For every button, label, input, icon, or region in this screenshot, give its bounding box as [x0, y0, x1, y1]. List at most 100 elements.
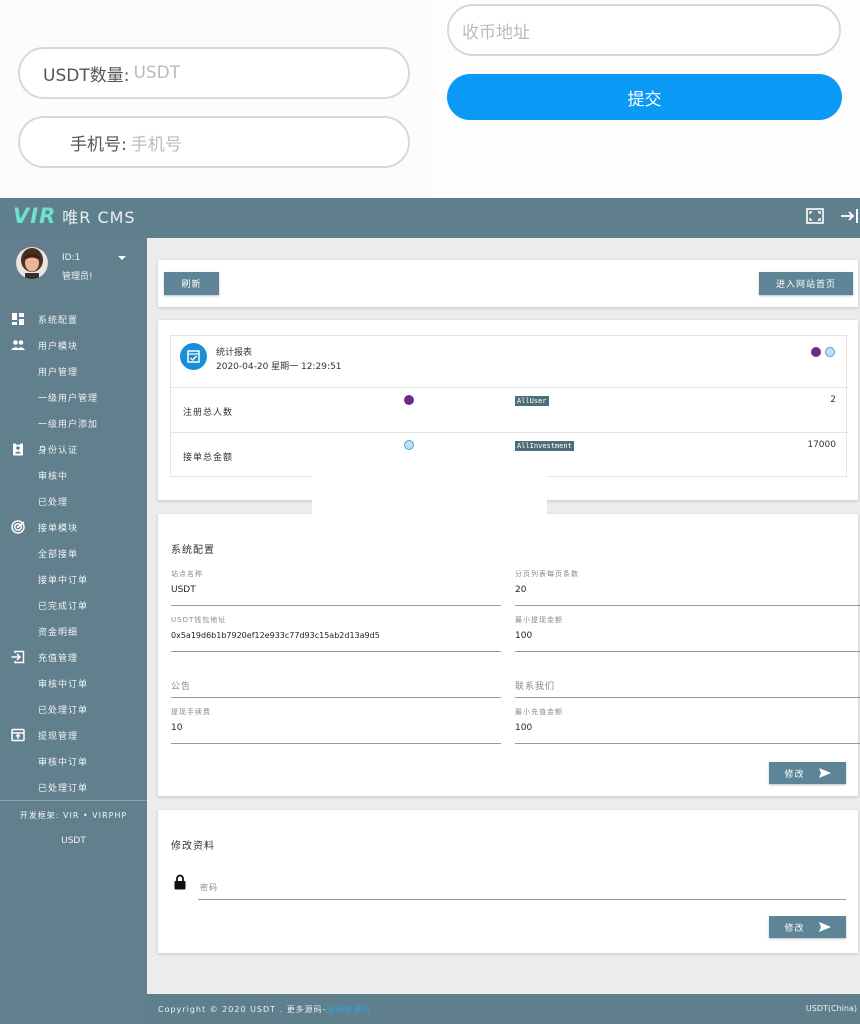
toolbar-card: 刷新 进入网站首页: [158, 260, 858, 307]
stat-tag: AllUser: [515, 396, 549, 406]
password-input[interactable]: 密码: [198, 870, 846, 900]
usdt-amount-placeholder: USDT: [133, 63, 181, 83]
footer-copyright: Copyright © 2020 USDT . 更多源码-源码资源站: [158, 1004, 372, 1015]
stats-table: 统计报表 2020-04-20 星期一 12:29:51 注册总人数 AllUs…: [170, 335, 848, 477]
nav-label: 接单中订单: [38, 575, 89, 586]
users-icon: [11, 340, 25, 350]
usdt-amount-input[interactable]: USDT数量: USDT: [18, 47, 410, 99]
nav-user-manage[interactable]: 用户管理: [0, 358, 147, 384]
brand-logo[interactable]: VIR 唯R CMS: [13, 204, 136, 228]
stat-value: 17000: [807, 440, 836, 450]
profile-save-button[interactable]: 修改: [769, 916, 846, 938]
field-placeholder: 联系我们: [515, 682, 556, 692]
admin-header: VIR 唯R CMS: [0, 198, 860, 238]
config-save-button[interactable]: 修改: [769, 762, 846, 784]
edit-profile-card: 修改资料 密码 修改: [158, 810, 858, 953]
blank-patch: [312, 471, 547, 516]
main-content: 刷新 进入网站首页 统计报表 2020-04-20 星期一 12:29:51 注…: [147, 238, 860, 994]
footer: Copyright © 2020 USDT . 更多源码-源码资源站 USDT(…: [147, 994, 860, 1024]
nav-withdraw[interactable]: 提现管理: [0, 722, 147, 748]
usdt-wallet-field[interactable]: USDT钱包地址 0x5a19d6b1b7920ef12e933c77d93c1…: [171, 612, 501, 652]
min-withdraw-field[interactable]: 最小提现金额 100: [515, 612, 860, 652]
notice-field[interactable]: 公告: [171, 658, 501, 698]
chevron-down-icon[interactable]: [118, 256, 126, 260]
field-label: 站点名称: [171, 570, 203, 578]
field-value: 100: [515, 723, 533, 733]
brand-vir: VIR: [13, 204, 57, 228]
min-recharge-field[interactable]: 最小充值金额 100: [515, 704, 860, 744]
field-placeholder: 公告: [171, 682, 192, 692]
submit-button[interactable]: 提交: [447, 74, 842, 120]
footer-region: USDT(China): [805, 1004, 857, 1013]
phone-input[interactable]: 手机号: 手机号: [18, 116, 410, 168]
send-icon: [818, 768, 831, 778]
nav-withdraw-done[interactable]: 已处理订单: [0, 774, 147, 800]
nav-level1-user-add[interactable]: 一级用户添加: [0, 410, 147, 436]
user-role: 管理员!: [62, 272, 93, 282]
site-name-field[interactable]: 站点名称 USDT: [171, 566, 501, 606]
stats-header: 统计报表 2020-04-20 星期一 12:29:51: [171, 336, 848, 388]
avatar[interactable]: [16, 247, 48, 279]
calendar-check-icon: [180, 343, 207, 370]
nav-identity-done[interactable]: 已处理: [0, 488, 147, 514]
nav-user-module[interactable]: 用户模块: [0, 332, 147, 358]
globe-icon[interactable]: [825, 347, 835, 357]
config-title: 系统配置: [171, 545, 215, 556]
field-label: USDT钱包地址: [171, 616, 227, 624]
field-value: 20: [515, 585, 527, 595]
receive-address-input[interactable]: 收币地址: [447, 4, 841, 56]
globe-icon: [404, 440, 414, 450]
nav-level1-user-manage[interactable]: 一级用户管理: [0, 384, 147, 410]
lock-icon: [174, 874, 186, 890]
stat-label: 接单总金额: [183, 453, 234, 463]
nav-label: 审核中: [38, 471, 69, 482]
nav-identity[interactable]: 身份认证: [0, 436, 147, 462]
nav-label: 已完成订单: [38, 601, 89, 612]
nav-label: 用户管理: [38, 367, 79, 378]
nav-label: 提现管理: [38, 731, 79, 742]
nav-orders-completed[interactable]: 已完成订单: [0, 592, 147, 618]
id-badge-icon: [13, 442, 23, 456]
stat-tag: AllInvestment: [515, 441, 574, 451]
nav-label: 用户模块: [38, 341, 79, 352]
nav-identity-pending[interactable]: 审核中: [0, 462, 147, 488]
logout-icon[interactable]: [840, 208, 860, 224]
nav-withdraw-pending[interactable]: 审核中订单: [0, 748, 147, 774]
nav-recharge[interactable]: 充值管理: [0, 644, 147, 670]
contact-field[interactable]: 联系我们: [515, 658, 860, 698]
nav-label: 接单模块: [38, 523, 79, 534]
nav-recharge-done[interactable]: 已处理订单: [0, 696, 147, 722]
system-config-card: 系统配置 站点名称 USDT 分页列表每页条数 20 USDT钱包地址 0x5a…: [158, 514, 860, 796]
nav-label: 审核中订单: [38, 679, 89, 690]
withdraw-fee-field[interactable]: 提现手续费 10: [171, 704, 501, 744]
footer-source-link[interactable]: 源码资源站: [327, 1005, 372, 1014]
field-value: USDT: [171, 585, 196, 595]
button-label: 修改: [784, 923, 805, 934]
nav-label: 一级用户添加: [38, 419, 99, 430]
nav-orders-in-progress[interactable]: 接单中订单: [0, 566, 147, 592]
dev-site-name: USDT: [61, 836, 86, 846]
nav-fund-details[interactable]: 资金明细: [0, 618, 147, 644]
field-label: 最小充值金额: [515, 708, 563, 716]
user-id: ID:1: [62, 253, 81, 263]
nav-all-orders[interactable]: 全部接单: [0, 540, 147, 566]
stats-title: 统计报表: [216, 348, 253, 358]
nav-recharge-pending[interactable]: 审核中订单: [0, 670, 147, 696]
fullscreen-icon[interactable]: [806, 208, 824, 224]
refresh-button[interactable]: 刷新: [164, 272, 219, 295]
profile-title: 修改资料: [171, 841, 215, 852]
nav-label: 身份认证: [38, 445, 79, 456]
nav-system-config[interactable]: 系统配置: [0, 306, 147, 332]
nav-label: 系统配置: [38, 315, 79, 326]
page-size-field[interactable]: 分页列表每页条数 20: [515, 566, 860, 606]
usdt-amount-label: USDT数量:: [43, 65, 130, 86]
enter-site-home-button[interactable]: 进入网站首页: [759, 272, 853, 295]
dashboard-icon: [12, 313, 24, 325]
withdraw-icon: [11, 728, 25, 742]
field-label: 分页列表每页条数: [515, 570, 579, 578]
field-value: 100: [515, 631, 533, 641]
deposit-form-area: USDT数量: USDT 手机号: 手机号 收币地址 提交: [0, 0, 860, 198]
user-upload-icon[interactable]: [811, 347, 821, 357]
user-panel[interactable]: ID:1 管理员!: [0, 238, 147, 303]
nav-order-module[interactable]: 接单模块: [0, 514, 147, 540]
